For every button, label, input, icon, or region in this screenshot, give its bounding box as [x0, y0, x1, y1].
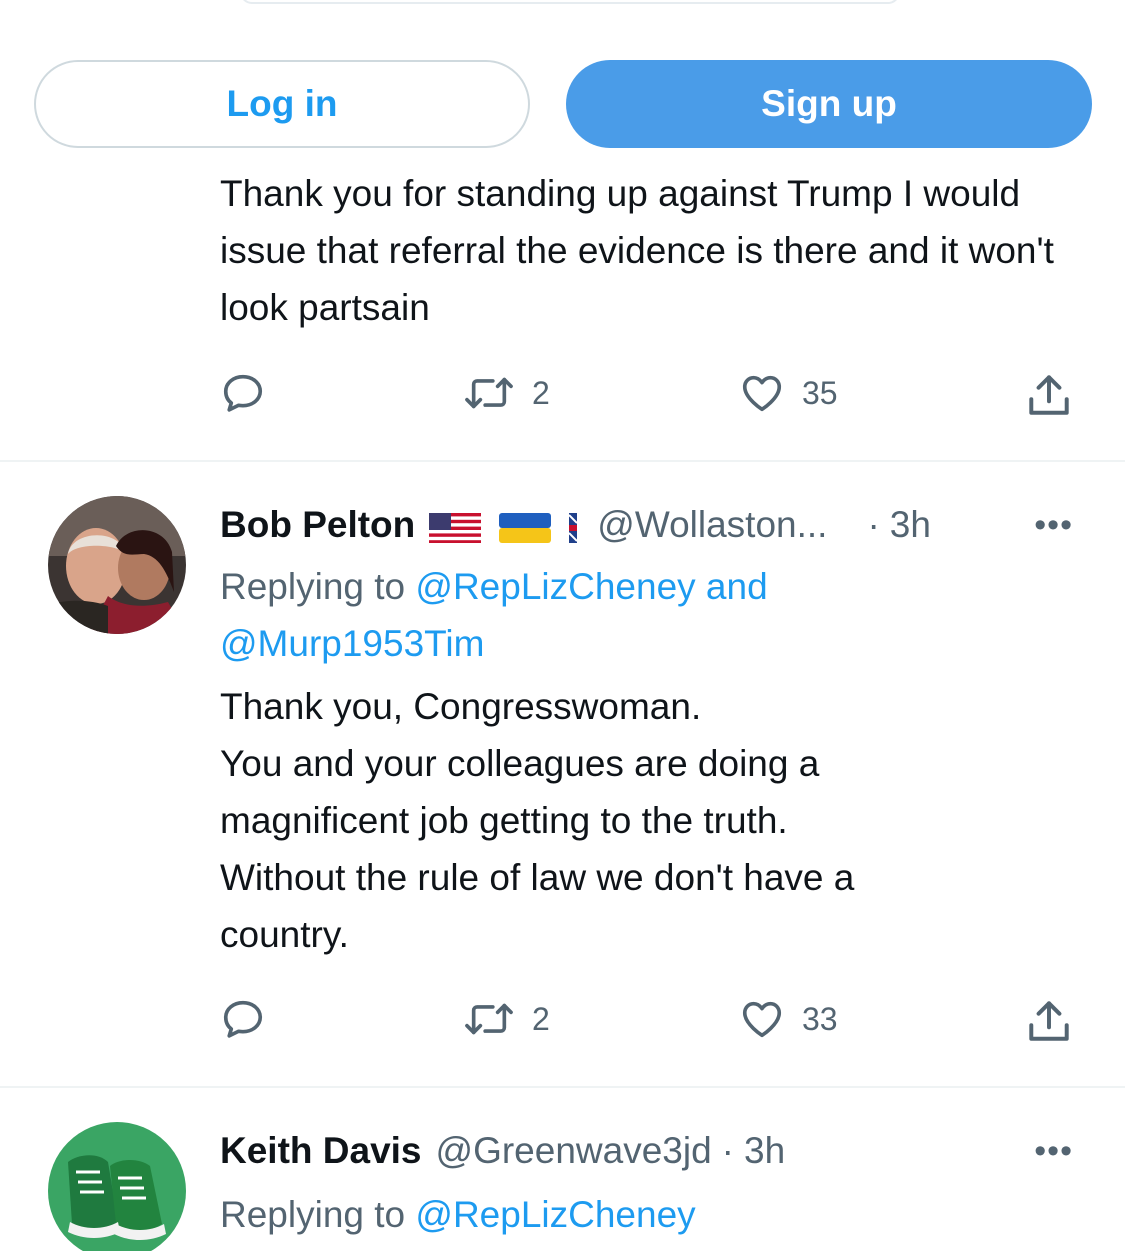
tweet-line: Without the rule of law we don't have a	[220, 857, 855, 898]
share-icon	[1024, 370, 1074, 420]
retweet-count: 2	[532, 1000, 550, 1037]
share-action[interactable]	[1024, 996, 1074, 1046]
more-icon[interactable]: •••	[1034, 506, 1073, 545]
auth-bar: Log in Sign up	[0, 0, 1125, 178]
signup-button[interactable]: Sign up	[566, 60, 1092, 148]
tweet-header: Bob Pelton @Wollaston... · 3h	[220, 500, 931, 550]
like-action[interactable]: 35	[738, 370, 838, 416]
retweet-action[interactable]: 2	[462, 370, 550, 416]
avatar[interactable]	[48, 1122, 186, 1251]
like-count: 33	[802, 1000, 838, 1037]
user-handle[interactable]: @Wollaston...	[597, 504, 827, 546]
reply-mention-link[interactable]: @RepLizCheney	[415, 1194, 695, 1235]
tweet-text: Thank you for standing up against Trump …	[220, 173, 1054, 328]
like-action[interactable]: 33	[738, 996, 838, 1042]
timestamp[interactable]: 3h	[890, 504, 931, 546]
tweet-actions: 2 35	[0, 370, 1125, 430]
share-icon	[1024, 996, 1074, 1046]
login-button[interactable]: Log in	[34, 60, 530, 148]
uk-flag-icon	[568, 510, 578, 543]
more-icon[interactable]: •••	[1034, 1132, 1073, 1171]
us-flag-icon	[429, 510, 482, 543]
display-name[interactable]: Bob Pelton	[220, 504, 415, 546]
like-icon	[738, 370, 786, 416]
tweet-3[interactable]: Keith Davis @Greenwave3jd · 3h ••• Reply…	[0, 1088, 1125, 1251]
share-action[interactable]	[1024, 370, 1074, 420]
reply-mention-link-2[interactable]: @Murp1953Tim	[220, 623, 484, 664]
tweet-text: Thank you, Congresswoman. You and your c…	[220, 678, 1100, 963]
separator-dot: ·	[721, 1130, 734, 1171]
retweet-icon	[462, 370, 516, 416]
separator-dot: ·	[867, 504, 880, 545]
avatar[interactable]	[48, 496, 186, 634]
like-icon	[738, 996, 786, 1042]
replying-to: Replying to @RepLizCheney and @Murp1953T…	[220, 558, 1100, 672]
timestamp[interactable]: 3h	[744, 1130, 785, 1172]
tweet-line: You and your colleagues are doing a	[220, 743, 820, 784]
tweet-header: Keith Davis @Greenwave3jd · 3h	[220, 1126, 785, 1176]
tweet-2[interactable]: Bob Pelton @Wollaston... · 3h ••• Replyi…	[0, 462, 1125, 1086]
retweet-count: 2	[532, 374, 550, 411]
retweet-icon	[462, 996, 516, 1042]
reply-mention-link[interactable]: @RepLizCheney and	[415, 566, 767, 607]
replying-to: Replying to @RepLizCheney	[220, 1186, 1100, 1243]
reply-icon	[220, 370, 266, 416]
tweet-line: country.	[220, 914, 349, 955]
user-handle[interactable]: @Greenwave3jd	[436, 1130, 712, 1172]
like-count: 35	[802, 374, 838, 411]
ukraine-flag-icon	[499, 510, 552, 543]
reply-icon	[220, 996, 266, 1042]
retweet-action[interactable]: 2	[462, 996, 550, 1042]
search-box-edge	[240, 0, 900, 4]
tweet-line: magnificent job getting to the truth.	[220, 800, 788, 841]
display-name[interactable]: Keith Davis	[220, 1130, 422, 1172]
reply-action[interactable]	[220, 996, 266, 1042]
page: Log in Sign up Thank you for standing up…	[0, 0, 1125, 1251]
replying-prefix: Replying to	[220, 1194, 406, 1235]
reply-action[interactable]	[220, 370, 266, 416]
tweet-actions: 2 33	[0, 996, 1125, 1056]
tweet-line: Thank you, Congresswoman.	[220, 686, 702, 727]
replying-prefix: Replying to	[220, 566, 406, 607]
